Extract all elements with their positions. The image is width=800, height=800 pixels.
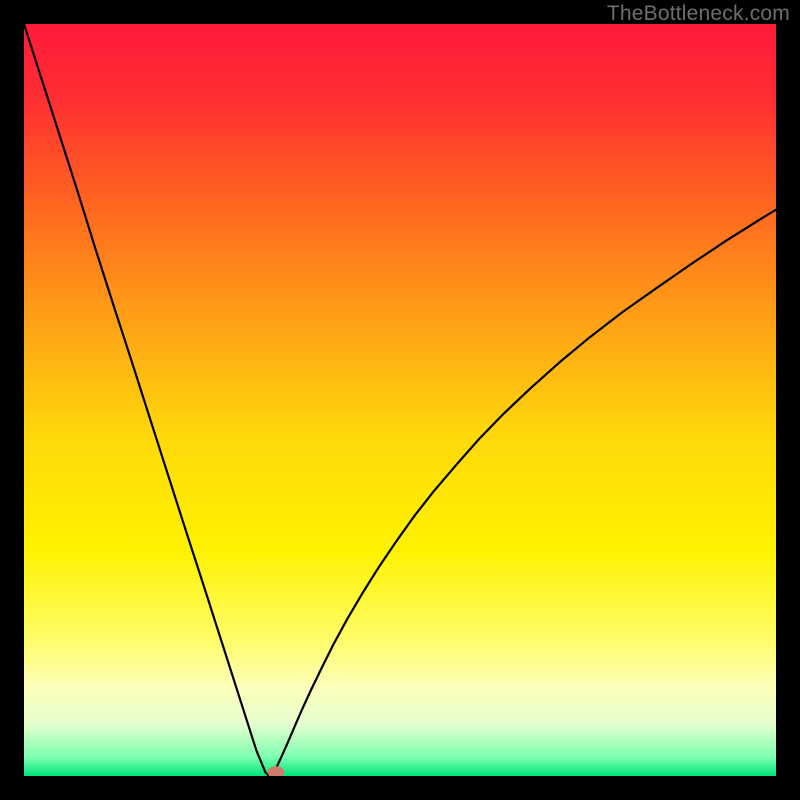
chart-svg xyxy=(24,24,776,776)
chart-frame: TheBottleneck.com xyxy=(0,0,800,800)
gradient-background xyxy=(24,24,776,776)
plot-area xyxy=(24,24,776,776)
watermark-text: TheBottleneck.com xyxy=(607,2,790,26)
